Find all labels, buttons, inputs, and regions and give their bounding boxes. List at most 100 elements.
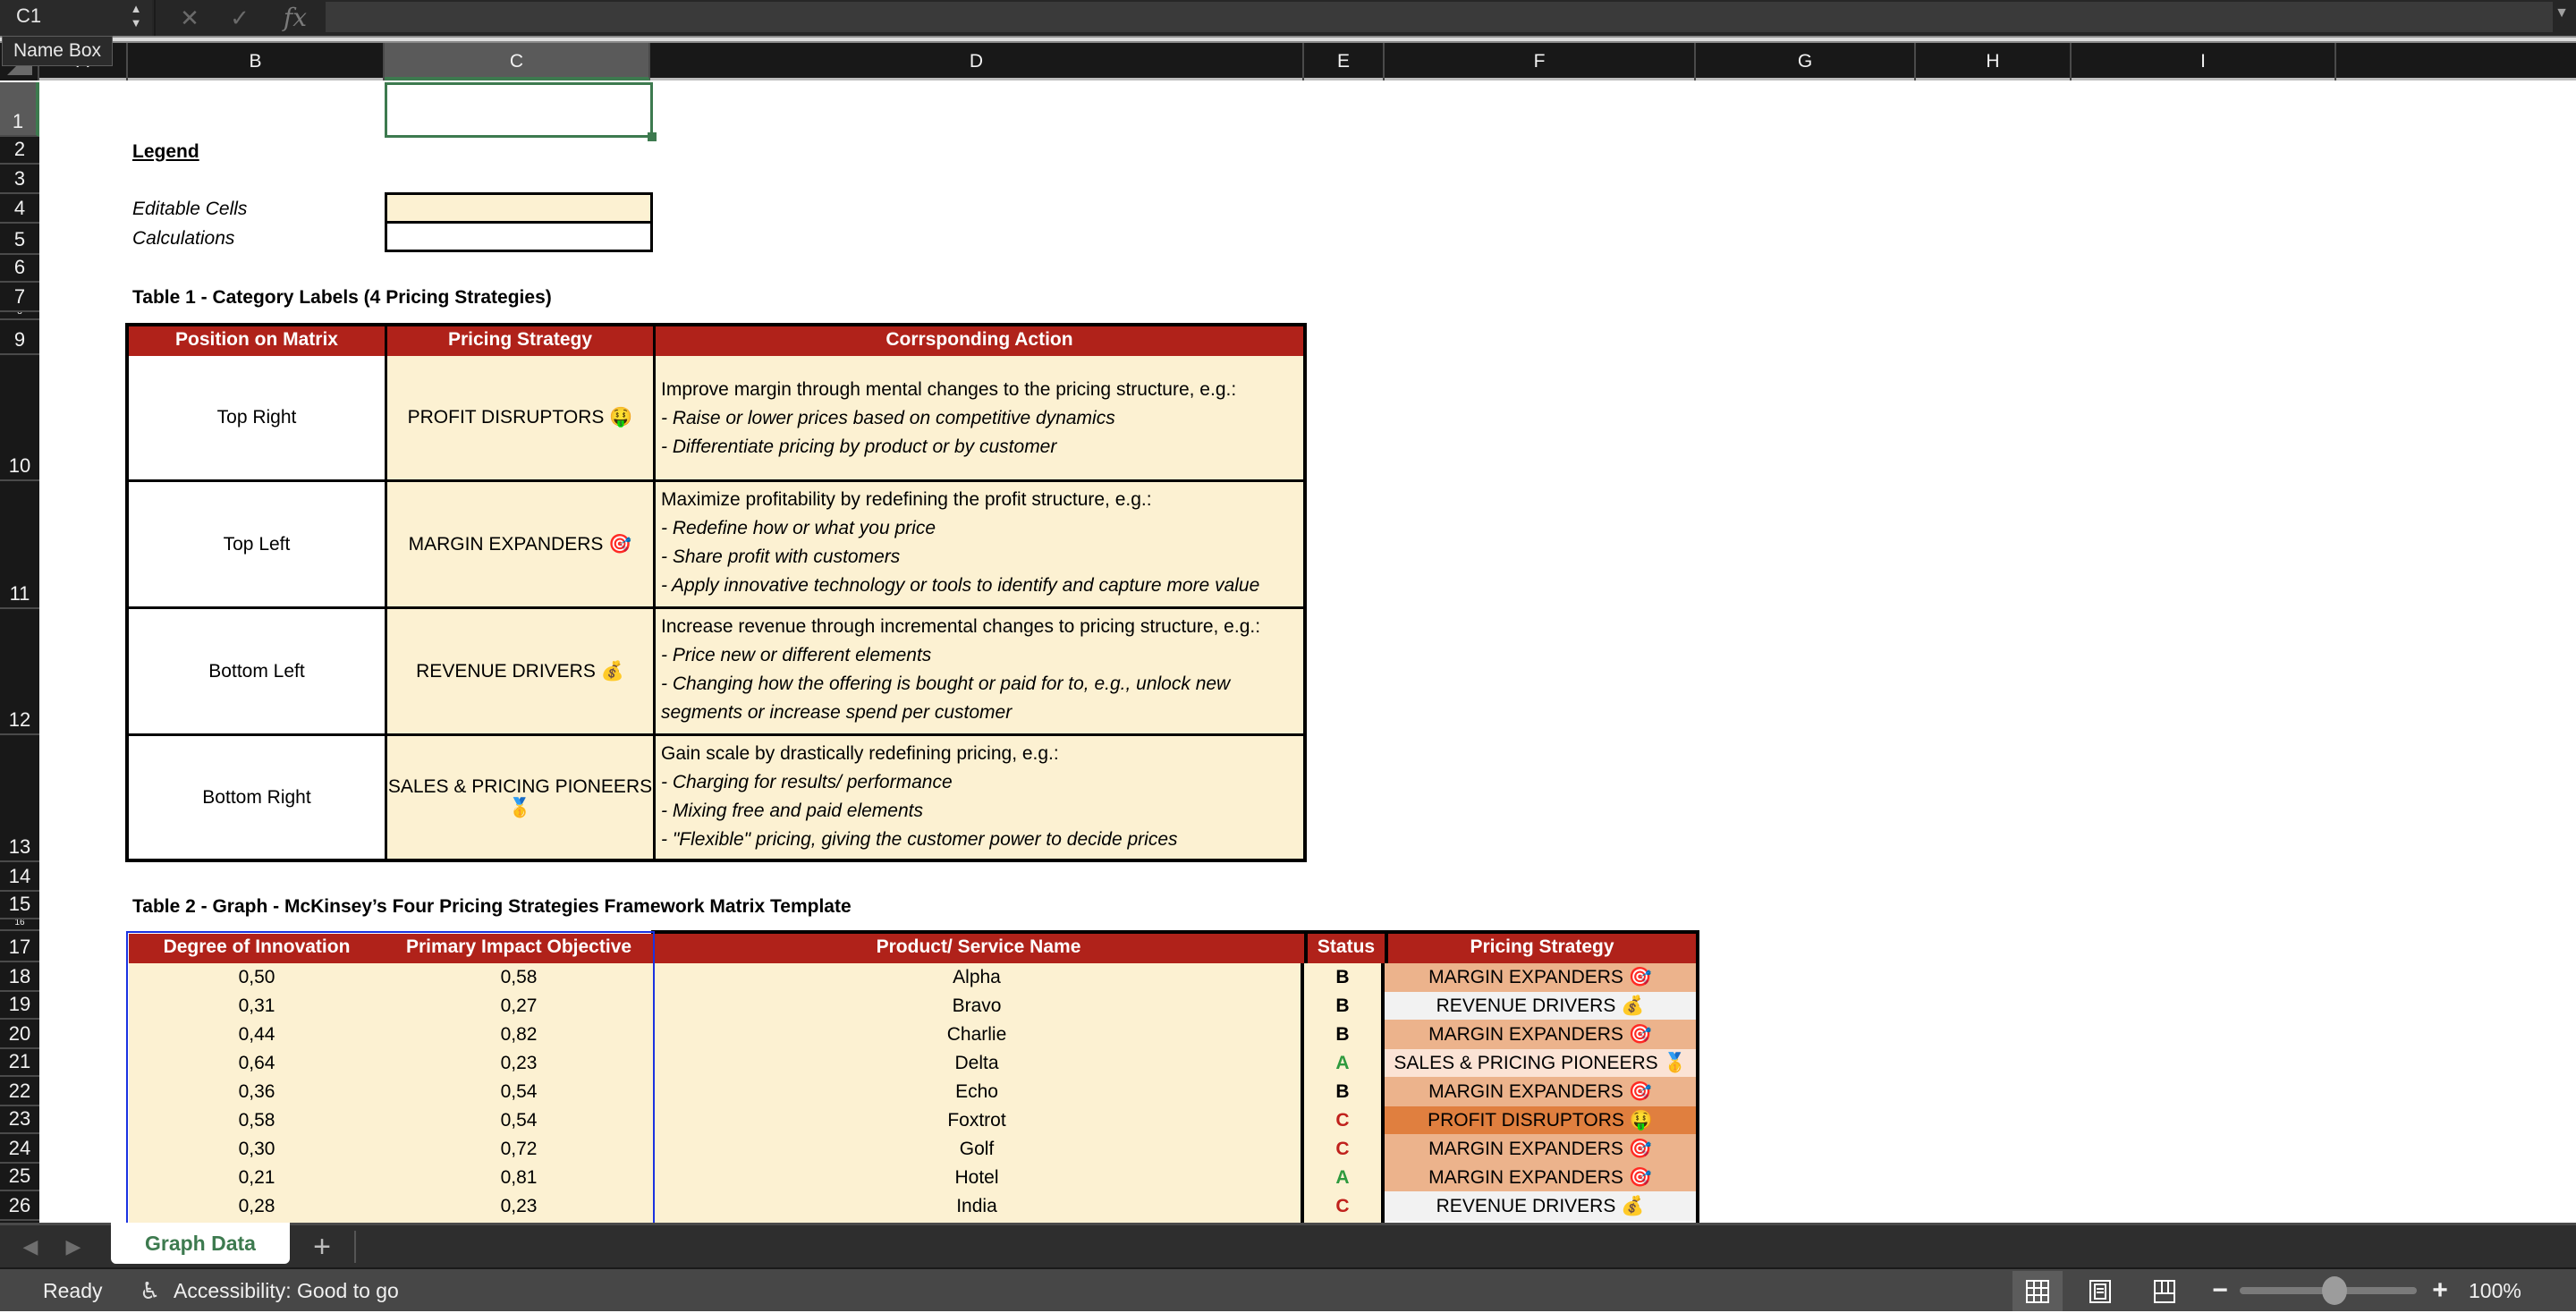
product-name-cell[interactable]: Alpha bbox=[653, 963, 1301, 992]
name-box-dropdown-icon[interactable]: ▲ ▼ bbox=[127, 2, 145, 34]
zoom-slider-thumb[interactable] bbox=[2322, 1276, 2347, 1305]
row-header-10[interactable]: 10 bbox=[0, 355, 39, 481]
row-header-18[interactable]: 18 bbox=[0, 962, 39, 992]
formula-input[interactable] bbox=[326, 2, 2553, 32]
enter-check-icon[interactable]: ✓ bbox=[222, 0, 258, 36]
row-header-8[interactable]: 8 bbox=[0, 312, 39, 320]
row-header-12[interactable]: 12 bbox=[0, 609, 39, 735]
product-name-cell[interactable]: Echo bbox=[653, 1077, 1301, 1106]
row-header-13[interactable]: 13 bbox=[0, 735, 39, 862]
accessibility-icon[interactable]: ♿︎ bbox=[140, 1275, 166, 1307]
worksheet-grid[interactable]: Legend Editable Cells Calculations Table… bbox=[39, 82, 2576, 1223]
formula-bar-divider[interactable] bbox=[0, 36, 2576, 43]
product-name-cell[interactable]: Charlie bbox=[653, 1020, 1301, 1049]
innovation-cell[interactable]: 0,50 bbox=[129, 963, 385, 992]
impact-cell[interactable]: 0,72 bbox=[385, 1134, 653, 1164]
innovation-cell[interactable]: 0,36 bbox=[129, 1077, 385, 1106]
column-header-B[interactable]: B bbox=[128, 43, 385, 80]
row-header-1[interactable]: 1 bbox=[0, 82, 39, 137]
zoom-level[interactable]: 100% bbox=[2469, 1269, 2521, 1313]
innovation-cell[interactable]: 0,28 bbox=[129, 1191, 385, 1221]
impact-cell[interactable]: 0,23 bbox=[385, 1191, 653, 1221]
impact-cell[interactable]: 0,58 bbox=[385, 963, 653, 992]
column-header-C[interactable]: C bbox=[385, 43, 650, 80]
product-name-cell[interactable]: Delta bbox=[653, 1049, 1301, 1077]
row-header-26[interactable]: 26 bbox=[0, 1191, 39, 1221]
status-cell[interactable]: A bbox=[1304, 1164, 1381, 1191]
product-name-cell[interactable]: Bravo bbox=[653, 992, 1301, 1020]
column-header-J[interactable] bbox=[2336, 43, 2576, 80]
zoom-in-button[interactable]: + bbox=[2429, 1269, 2451, 1313]
sheet-tab-graph-data[interactable]: Graph Data bbox=[111, 1223, 290, 1264]
status-cell[interactable]: B bbox=[1304, 992, 1381, 1020]
column-header-D[interactable]: D bbox=[650, 43, 1304, 80]
next-sheet-arrow-icon[interactable]: ▶ bbox=[63, 1234, 84, 1259]
page-break-preview-button[interactable] bbox=[2140, 1271, 2190, 1311]
table1-header-strategy: Pricing Strategy bbox=[385, 326, 653, 356]
fill-handle[interactable] bbox=[648, 132, 657, 141]
status-cell[interactable]: C bbox=[1304, 1191, 1381, 1221]
innovation-cell[interactable]: 0,44 bbox=[129, 1020, 385, 1049]
innovation-cell[interactable]: 0,30 bbox=[129, 1134, 385, 1164]
row-header-6[interactable]: 6 bbox=[0, 255, 39, 283]
row-header-9[interactable]: 9 bbox=[0, 320, 39, 355]
row-header-16[interactable]: 16 bbox=[0, 919, 39, 931]
column-header-G[interactable]: G bbox=[1696, 43, 1916, 80]
column-header-F[interactable]: F bbox=[1385, 43, 1696, 80]
status-cell[interactable]: C bbox=[1304, 1134, 1381, 1164]
impact-cell[interactable]: 0,81 bbox=[385, 1164, 653, 1191]
row-header-7[interactable]: 7 bbox=[0, 283, 39, 312]
impact-cell[interactable]: 0,54 bbox=[385, 1106, 653, 1134]
expand-formula-bar-icon[interactable]: ▼ bbox=[2551, 5, 2572, 27]
table1-action-cell: Improve margin through mental changes to… bbox=[653, 356, 1303, 482]
column-header-I[interactable]: I bbox=[2072, 43, 2336, 80]
selected-cell-C1[interactable] bbox=[385, 82, 653, 138]
impact-cell[interactable]: 0,23 bbox=[385, 1049, 653, 1077]
row-header-25[interactable]: 25 bbox=[0, 1164, 39, 1191]
column-header-H[interactable]: H bbox=[1916, 43, 2072, 80]
status-cell[interactable]: A bbox=[1304, 1049, 1381, 1077]
previous-sheet-arrow-icon[interactable]: ◀ bbox=[20, 1234, 41, 1259]
status-cell[interactable]: B bbox=[1304, 1077, 1381, 1106]
zoom-out-button[interactable]: − bbox=[2211, 1269, 2229, 1313]
status-cell[interactable]: C bbox=[1304, 1106, 1381, 1134]
product-name-cell[interactable]: India bbox=[653, 1191, 1301, 1221]
row-header-21[interactable]: 21 bbox=[0, 1049, 39, 1077]
column-header-E[interactable]: E bbox=[1304, 43, 1385, 80]
row-header-11[interactable]: 11 bbox=[0, 481, 39, 609]
row-header-2[interactable]: 2 bbox=[0, 137, 39, 165]
row-header-23[interactable]: 23 bbox=[0, 1106, 39, 1134]
table2-right-border bbox=[1696, 930, 1699, 1223]
page-layout-view-button[interactable] bbox=[2075, 1271, 2125, 1311]
pricing-strategy-cell: MARGIN EXPANDERS 🎯 bbox=[1385, 1164, 1696, 1191]
status-bar: Ready ♿︎ Accessibility: Good to go − + 1… bbox=[0, 1267, 2576, 1311]
add-sheet-button[interactable]: + bbox=[302, 1229, 342, 1265]
row-header-15[interactable]: 15 bbox=[0, 892, 39, 919]
row-header-17[interactable]: 17 bbox=[0, 931, 39, 962]
row-header-5[interactable]: 5 bbox=[0, 224, 39, 255]
status-cell[interactable]: B bbox=[1304, 1020, 1381, 1049]
impact-cell[interactable]: 0,54 bbox=[385, 1077, 653, 1106]
insert-function-button[interactable]: fx bbox=[277, 0, 313, 36]
row-header-14[interactable]: 14 bbox=[0, 862, 39, 892]
product-name-cell[interactable]: Foxtrot bbox=[653, 1106, 1301, 1134]
innovation-cell[interactable]: 0,21 bbox=[129, 1164, 385, 1191]
table1-action-cell: Maximize profitability by redefining the… bbox=[653, 482, 1303, 609]
row-header-22[interactable]: 22 bbox=[0, 1077, 39, 1106]
accessibility-status[interactable]: Accessibility: Good to go bbox=[174, 1269, 399, 1313]
row-header-4[interactable]: 4 bbox=[0, 194, 39, 224]
product-name-cell[interactable]: Golf bbox=[653, 1134, 1301, 1164]
status-cell[interactable]: B bbox=[1304, 963, 1381, 992]
normal-view-button[interactable] bbox=[2012, 1271, 2063, 1311]
row-header-24[interactable]: 24 bbox=[0, 1134, 39, 1164]
innovation-cell[interactable]: 0,58 bbox=[129, 1106, 385, 1134]
innovation-cell[interactable]: 0,31 bbox=[129, 992, 385, 1020]
row-header-20[interactable]: 20 bbox=[0, 1020, 39, 1049]
innovation-cell[interactable]: 0,64 bbox=[129, 1049, 385, 1077]
impact-cell[interactable]: 0,82 bbox=[385, 1020, 653, 1049]
row-header-19[interactable]: 19 bbox=[0, 992, 39, 1020]
impact-cell[interactable]: 0,27 bbox=[385, 992, 653, 1020]
row-header-3[interactable]: 3 bbox=[0, 165, 39, 194]
cancel-x-icon[interactable]: ✕ bbox=[172, 0, 208, 36]
product-name-cell[interactable]: Hotel bbox=[653, 1164, 1301, 1191]
